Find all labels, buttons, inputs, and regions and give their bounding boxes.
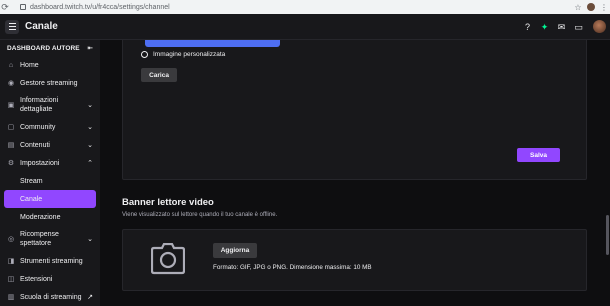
custom-image-label: Immagine personalizzata [153, 51, 226, 58]
menu-button[interactable] [5, 19, 19, 34]
camera-icon [151, 243, 185, 275]
sidebar-item-home[interactable]: ⌂ Home [0, 56, 100, 74]
sidebar-subitem-moderation[interactable]: Moderazione [0, 208, 100, 226]
browser-address-bar: ⟳ dashboard.twitch.tv/u/fr4cca/settings/… [0, 0, 610, 14]
page-title: Canale [25, 21, 58, 32]
sidebar-subitem-stream[interactable]: Stream [0, 172, 100, 190]
banner-preview-image [145, 40, 280, 47]
sidebar-heading: DASHBOARD AUTORE [7, 44, 80, 52]
reward-icon: ◎ [7, 236, 15, 243]
home-icon: ⌂ [8, 61, 14, 69]
insights-icon: ▣ [7, 102, 15, 109]
content-icon: ▤ [7, 142, 15, 149]
help-icon[interactable]: ? [519, 20, 536, 34]
upload-button[interactable]: Carica [141, 68, 177, 82]
banner-section-title: Banner lettore video [122, 197, 214, 208]
broadcast-icon: ◉ [7, 80, 15, 87]
sidebar-item-community[interactable]: ▢ Community ⌄ [0, 118, 100, 136]
collapse-icon[interactable]: ⇤ [87, 44, 93, 52]
main-content: Immagine personalizzata Carica Salva Ban… [100, 40, 610, 306]
user-avatar[interactable] [593, 20, 606, 33]
sidebar-item-label: Community [20, 123, 56, 131]
sidebar-item-label: Informazioni dettagliate [20, 97, 59, 113]
more-icon[interactable]: ⋮ [598, 3, 610, 12]
profile-avatar-icon[interactable] [587, 3, 595, 11]
save-button[interactable]: Salva [517, 148, 560, 162]
sidebar-item-settings[interactable]: ⚙ Impostazioni ⌃ [0, 154, 100, 172]
sidebar-subitem-channel[interactable]: Canale [4, 190, 96, 208]
sidebar-item-label: Strumenti streaming [20, 257, 83, 265]
sidebar: DASHBOARD AUTORE ⇤ ⌂ Home ◉ Gestore stre… [0, 40, 100, 306]
reload-icon[interactable]: ⟳ [0, 2, 10, 13]
sidebar-item-extensions[interactable]: ◫ Estensioni [0, 270, 100, 288]
chat-icon[interactable]: ▭ [570, 20, 587, 34]
format-info: Formato: GIF, JPG o PNG. Dimensione mass… [213, 264, 372, 271]
video-banner-card: Aggiorna Formato: GIF, JPG o PNG. Dimens… [122, 229, 587, 291]
chevron-down-icon: ⌄ [87, 102, 93, 109]
chevron-down-icon: ⌄ [87, 236, 93, 243]
sidebar-item-streaming-tools[interactable]: ◨ Strumenti streaming [0, 252, 100, 270]
mail-icon[interactable]: ✉ [553, 20, 570, 34]
update-button[interactable]: Aggiorna [213, 243, 257, 258]
sidebar-item-label: Estensioni [20, 275, 53, 283]
sidebar-item-label: Ricompense spettatore [20, 231, 59, 247]
lock-icon[interactable] [20, 4, 26, 10]
sidebar-item-stream-manager[interactable]: ◉ Gestore streaming [0, 74, 100, 92]
chevron-down-icon: ⌄ [87, 142, 93, 149]
tools-icon: ◨ [7, 258, 15, 265]
sidebar-item-creator-camp[interactable]: ▥ Scuola di streaming ↗ [0, 288, 100, 306]
external-link-icon: ↗ [87, 294, 93, 301]
sidebar-item-label: Impostazioni [20, 159, 60, 167]
sidebar-header: DASHBOARD AUTORE ⇤ [0, 40, 100, 56]
sidebar-item-label: Scuola di streaming [20, 293, 82, 301]
star-icon[interactable]: ☆ [572, 3, 584, 12]
sidebar-item-label: Gestore streaming [20, 79, 78, 87]
school-icon: ▥ [7, 294, 15, 301]
sidebar-item-insights[interactable]: ▣ Informazioni dettagliate ⌄ [0, 92, 100, 118]
sidebar-item-label: Home [20, 61, 39, 69]
gear-icon: ⚙ [7, 160, 15, 167]
chevron-up-icon: ⌃ [87, 160, 93, 167]
extensions-icon: ◫ [7, 276, 15, 283]
sparkle-icon[interactable]: ✦ [536, 20, 553, 34]
community-icon: ▢ [7, 124, 15, 131]
sidebar-item-content[interactable]: ▤ Contenuti ⌄ [0, 136, 100, 154]
chevron-down-icon: ⌄ [87, 124, 93, 131]
banner-section-description: Viene visualizzato sul lettore quando il… [122, 212, 278, 218]
custom-image-option[interactable]: Immagine personalizzata [141, 51, 225, 58]
top-header: Canale ? ✦ ✉ ▭ [0, 14, 610, 40]
sidebar-item-viewer-rewards[interactable]: ◎ Ricompense spettatore ⌄ [0, 226, 100, 252]
scrollbar-thumb[interactable] [606, 215, 609, 255]
radio-button[interactable] [141, 51, 148, 58]
profile-banner-card: Immagine personalizzata Carica Salva [122, 40, 587, 180]
sidebar-item-label: Contenuti [20, 141, 50, 149]
url-text[interactable]: dashboard.twitch.tv/u/fr4cca/settings/ch… [30, 4, 572, 11]
